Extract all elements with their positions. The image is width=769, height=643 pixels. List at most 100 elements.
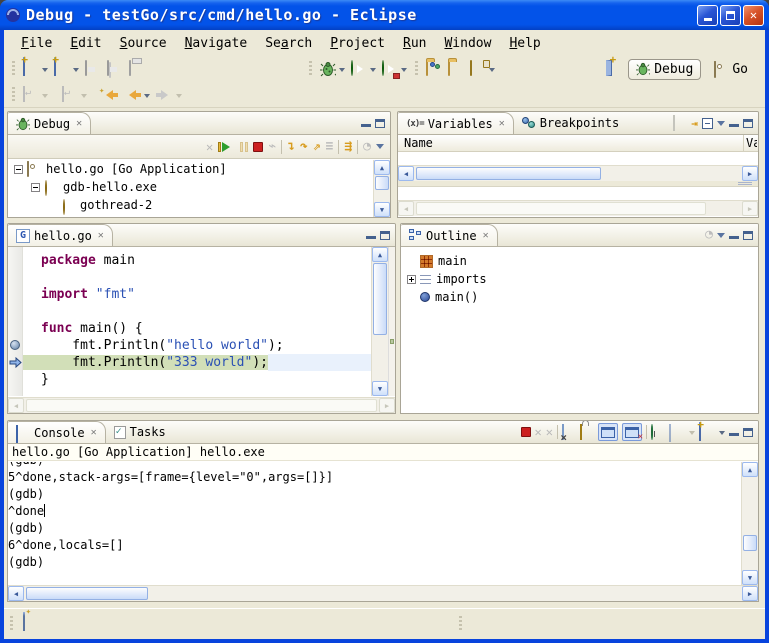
- tree-expander-icon[interactable]: [31, 183, 40, 192]
- view-maximize-icon[interactable]: [743, 428, 753, 437]
- show-stdout-button[interactable]: [598, 423, 618, 441]
- code-line[interactable]: fmt.Println("333 world");: [23, 354, 371, 371]
- remove-all-terminated-icon[interactable]: ✕: [206, 140, 213, 154]
- scroll-left-icon[interactable]: ◀: [8, 586, 24, 601]
- view-minimize-icon[interactable]: [729, 236, 739, 239]
- outline-tree-item[interactable]: main: [401, 252, 758, 270]
- remove-launch-icon[interactable]: ✕: [535, 425, 542, 439]
- tab-breakpoints[interactable]: Breakpoints: [514, 112, 627, 134]
- print-button[interactable]: [127, 58, 147, 80]
- open-type-button[interactable]: [424, 58, 444, 80]
- new-wizard-button[interactable]: [21, 58, 50, 80]
- clear-console-icon[interactable]: [562, 424, 564, 440]
- tree-expander-icon[interactable]: [407, 275, 416, 284]
- detail-horizontal-scrollbar[interactable]: ◀ ▶: [398, 200, 758, 216]
- step-return-icon[interactable]: ⇗: [313, 141, 321, 153]
- toolbar-grip[interactable]: [12, 87, 15, 103]
- perspective-go-button[interactable]: Go: [707, 60, 755, 79]
- toolbar-grip[interactable]: [12, 61, 15, 77]
- view-minimize-icon[interactable]: [729, 124, 739, 127]
- save-button[interactable]: [83, 58, 103, 80]
- open-resource-button[interactable]: [446, 58, 466, 80]
- terminate-icon[interactable]: [521, 427, 531, 437]
- scroll-down-icon[interactable]: ▼: [374, 202, 390, 217]
- new-go-element-button[interactable]: [52, 58, 81, 80]
- back-to-button[interactable]: ✦: [99, 84, 120, 106]
- debug-tree-item[interactable]: gdb-hello.exe: [8, 178, 373, 196]
- variables-horizontal-scrollbar[interactable]: ◀ ▶: [398, 165, 758, 181]
- tab-close-icon[interactable]: ✕: [76, 118, 82, 129]
- variables-column-header[interactable]: Name Value: [398, 135, 758, 152]
- show-type-names-button[interactable]: [673, 116, 687, 130]
- scroll-thumb[interactable]: [375, 176, 389, 190]
- scroll-thumb[interactable]: [373, 263, 387, 335]
- menu-file[interactable]: File: [12, 34, 61, 53]
- code-line[interactable]: [23, 269, 371, 286]
- outline-tree-item[interactable]: main(): [401, 288, 758, 306]
- drop-to-frame-icon[interactable]: ≡: [326, 141, 334, 153]
- code-line[interactable]: fmt.Println("hello world");: [23, 337, 371, 354]
- close-button[interactable]: ✕: [743, 5, 764, 26]
- view-maximize-icon[interactable]: [743, 119, 753, 128]
- code-editor[interactable]: package mainimport "fmt"func main() { fm…: [23, 247, 371, 396]
- tree-expander-icon[interactable]: [14, 165, 23, 174]
- save-all-button[interactable]: [105, 58, 125, 80]
- debug-tree-item[interactable]: gothread-2: [8, 196, 373, 214]
- menu-search[interactable]: Search: [256, 34, 321, 53]
- scroll-thumb[interactable]: [416, 167, 601, 180]
- editor-horizontal-scrollbar[interactable]: ◀ ▶: [8, 397, 395, 413]
- use-step-filters-icon[interactable]: ⇶: [344, 141, 352, 153]
- toolbar-grip[interactable]: [415, 61, 418, 77]
- console-output[interactable]: (gdb) 5^done,stack-args=[frame={level="0…: [8, 462, 741, 585]
- show-logical-structure-icon[interactable]: ⇥: [691, 117, 698, 130]
- scroll-thumb[interactable]: [743, 535, 757, 551]
- view-maximize-icon[interactable]: [380, 231, 390, 240]
- menu-window[interactable]: Window: [435, 34, 500, 53]
- debug-tree-item[interactable]: hello.go [Go Application]: [8, 160, 373, 178]
- sort-icon[interactable]: ◔: [705, 229, 713, 241]
- step-over-icon[interactable]: ↷: [300, 141, 308, 153]
- toolbar-grip[interactable]: [309, 61, 312, 77]
- view-menu-icon[interactable]: [717, 233, 725, 242]
- search-button[interactable]: [468, 58, 497, 80]
- show-stderr-button[interactable]: ✕: [622, 423, 642, 441]
- terminate-icon[interactable]: [253, 142, 263, 152]
- fast-view-icon[interactable]: [23, 612, 25, 631]
- tab-variables[interactable]: (x)= Variables ✕: [398, 112, 514, 134]
- disconnect-icon[interactable]: ⌁: [268, 141, 276, 153]
- code-line[interactable]: func main() {: [23, 320, 371, 337]
- minimize-button[interactable]: [697, 5, 718, 26]
- display-selected-console-icon[interactable]: [669, 424, 671, 442]
- tab-hello-go[interactable]: G hello.go ✕: [8, 224, 113, 246]
- collapse-all-icon[interactable]: [702, 118, 713, 129]
- view-maximize-icon[interactable]: [375, 119, 385, 128]
- scroll-down-icon[interactable]: ▼: [742, 570, 758, 585]
- scroll-thumb[interactable]: [26, 587, 148, 600]
- tab-close-icon[interactable]: ✕: [98, 230, 104, 241]
- menu-help[interactable]: Help: [500, 34, 549, 53]
- editor-overview-ruler[interactable]: [388, 247, 395, 396]
- view-maximize-icon[interactable]: [743, 231, 753, 240]
- view-menu-icon[interactable]: [376, 144, 384, 153]
- menu-project[interactable]: Project: [321, 34, 394, 53]
- editor-vertical-scrollbar[interactable]: ▲ ▼: [371, 247, 388, 396]
- resume-icon[interactable]: [218, 142, 235, 152]
- overview-annotation[interactable]: [390, 339, 394, 344]
- debug-button[interactable]: [318, 58, 347, 80]
- breakpoint-icon[interactable]: [10, 340, 20, 350]
- scroll-up-icon[interactable]: ▲: [742, 462, 758, 477]
- pin-console-icon[interactable]: [651, 424, 653, 440]
- scroll-lock-icon[interactable]: [580, 424, 582, 440]
- go-into-button[interactable]: [60, 84, 89, 106]
- last-edit-location-button[interactable]: [21, 84, 50, 106]
- run-button[interactable]: [349, 58, 378, 80]
- code-line[interactable]: package main: [23, 252, 371, 269]
- variables-detail-pane[interactable]: [398, 186, 758, 200]
- suspend-icon[interactable]: [240, 142, 248, 152]
- tab-tasks[interactable]: Tasks: [106, 421, 174, 443]
- scroll-left-icon[interactable]: ◀: [398, 166, 414, 181]
- tab-console[interactable]: Console ✕: [8, 421, 106, 443]
- view-management-icon[interactable]: ◔: [363, 141, 371, 153]
- tab-close-icon[interactable]: ✕: [483, 230, 489, 241]
- tab-outline[interactable]: Outline ✕: [401, 224, 498, 246]
